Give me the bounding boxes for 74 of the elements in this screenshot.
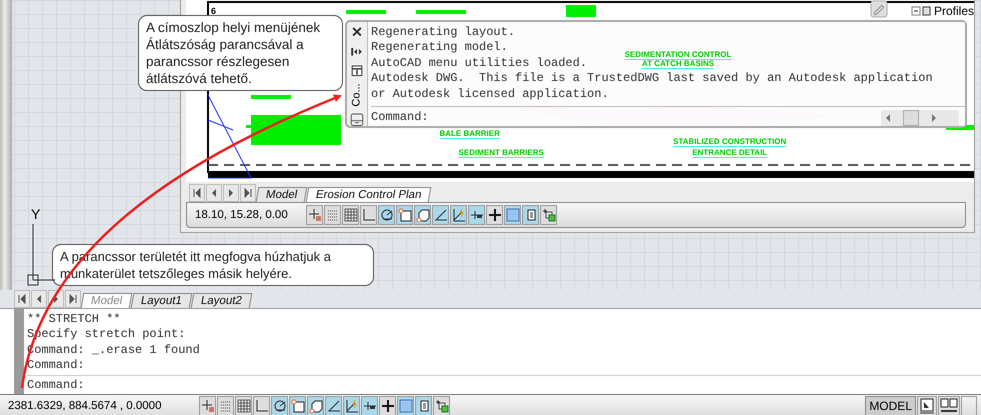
crosshair-icon[interactable] [379,396,396,415]
sheet-number: 6 [211,6,216,16]
history-line: ** STRETCH ** [27,312,121,328]
scroll-left-icon[interactable] [885,114,891,122]
coordinates-readout: 18.10, 15.28, 0.00 [194,209,289,222]
osnap-icon[interactable] [289,396,306,415]
last-tab-icon[interactable] [240,184,256,202]
callout: A címoszlop helyi menüjének Átlátszóság parancsával a parancssor részlegesen átlátszóvá tehető. [138,15,343,91]
command-prompt[interactable]: Command: [27,376,85,394]
quick-properties-icon[interactable] [415,396,432,415]
lineweight-icon[interactable] [361,396,378,415]
last-tab-icon[interactable] [65,290,81,308]
angle-icon[interactable] [325,396,342,415]
grid-icon[interactable] [342,205,359,226]
drawing-label: SEDIMENTATION CONTROL [624,50,732,60]
osnap-3d-icon[interactable] [414,205,431,226]
autohide-icon[interactable] [351,46,363,58]
selection-cycling-icon[interactable] [540,205,557,226]
first-tab-icon[interactable] [189,184,205,202]
osnap-icon[interactable] [396,205,413,226]
layout-tab[interactable]: Layout1 [131,293,193,308]
snap-dots-icon[interactable] [324,205,341,226]
first-tab-icon[interactable] [14,290,30,308]
polar-icon[interactable] [378,205,395,226]
ucs-y-label: Y [31,206,40,222]
window-icon[interactable] [350,112,364,126]
snap-dots-icon[interactable] [217,396,234,415]
history-line: AutoCAD menu utilities loaded. [371,56,588,72]
drag-handle[interactable] [14,309,24,394]
drawing-label: AT CATCH BASINS [642,59,714,69]
history-line: Regenerating layout. [371,25,516,40]
previous-tab-icon[interactable] [206,184,222,202]
lineweight-icon[interactable] [468,205,485,226]
selection-cycling-icon[interactable] [433,396,450,415]
polar-icon[interactable] [271,396,288,415]
tree-label: Profiles [934,4,974,18]
history-line: Autodesk DWG. This file is a TrustedDWG last saved by an Autodesk application [371,71,933,87]
infer-icon[interactable] [306,205,323,226]
layout-tab[interactable]: Erosion Control Plan [306,187,432,202]
ortho-icon[interactable] [360,205,377,226]
layout-tab[interactable]: Layout2 [190,293,253,308]
horizontal-scrollbar[interactable] [881,110,959,126]
drawing-label: ENTRANCE DETAIL [692,148,768,158]
history-line: or Autodesk licensed application. [371,86,609,102]
drawing-label: SEDIMENT BARRIERS [458,148,544,158]
ortho-icon[interactable] [253,396,270,415]
layout-icon[interactable] [917,396,937,415]
osnap-3d-icon[interactable] [307,396,324,415]
previous-tab-icon[interactable] [31,290,47,308]
viewports-icon[interactable] [938,396,960,415]
history-line: Regenerating model. [371,40,508,56]
crosshair-icon[interactable] [486,205,503,226]
close-icon[interactable] [351,26,363,38]
dynamic-input-icon[interactable] [450,205,467,226]
dynamic-input-icon[interactable] [343,396,360,415]
palette-title[interactable]: Co... [351,82,363,106]
command-prompt: Command: [371,110,429,126]
drawing-label: STABILIZED CONSTRUCTION [673,136,786,147]
model-space-button[interactable]: MODEL [865,396,916,415]
quick-properties-icon[interactable] [522,205,539,226]
coordinates-readout: 2381.6329, 884.5674 , 0.0000 [7,400,162,412]
angle-icon[interactable] [432,205,449,226]
scrollbar-thumb[interactable] [903,110,919,126]
infer-icon[interactable] [199,396,216,415]
properties-icon[interactable] [351,65,363,77]
pencil-icon[interactable] [869,0,889,18]
next-tab-icon[interactable] [223,184,239,202]
grid-icon[interactable] [235,396,252,415]
layout-tab[interactable]: Model [256,187,308,202]
tree-collapse-icon[interactable] [910,6,931,16]
drawing-label: BALE BARRIER [439,129,500,140]
ucs-axes-icon [25,222,55,287]
history-line: Command: [27,358,85,374]
scroll-right-icon[interactable] [931,114,937,122]
